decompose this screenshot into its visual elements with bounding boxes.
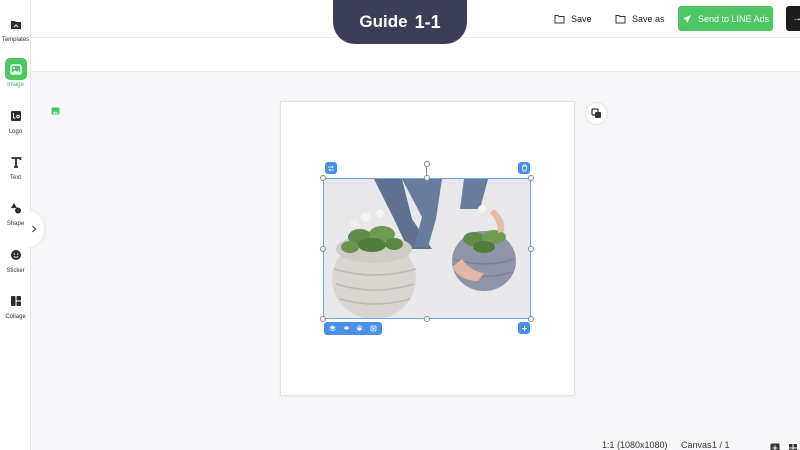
canvas-ratio: 1:1 (1080x1080) [602,440,668,450]
sidebar-item-label: Logo [8,129,23,135]
logo-icon [5,105,27,127]
send-backward-button[interactable] [354,323,366,334]
image-icon [4,58,27,80]
resize-handle-right[interactable] [528,246,534,252]
page-count: 1 / 1 [712,440,730,450]
sidebar-item-logo[interactable]: Logo [0,105,31,135]
resize-handle-bottom-right[interactable] [528,316,534,322]
resize-handle-bottom[interactable] [423,316,430,322]
grid-view-button[interactable] [788,440,798,450]
templates-icon [5,13,27,35]
arrow-right-icon[interactable]: → [786,6,800,31]
folder-icon [615,15,626,24]
sidebar-item-templates[interactable]: Templates [0,13,31,43]
selected-image[interactable] [323,178,531,319]
guide-number: 1-1 [414,11,441,32]
add-button[interactable] [518,322,530,334]
plus-icon [521,325,527,331]
bring-to-front-button[interactable] [327,323,339,334]
guide-word: Guide [359,12,408,31]
resize-handle-top-left[interactable] [320,175,326,181]
sidebar-toggle[interactable] [24,210,44,248]
layer-front-icon [329,325,336,332]
resize-handle-top[interactable] [423,175,430,181]
folder-icon [554,15,565,24]
save-as-button[interactable]: Save as [615,8,665,30]
send-icon [682,14,691,23]
sidebar-item-image[interactable]: Image [0,58,31,88]
sidebar-item-label: Collage [5,314,26,320]
bring-forward-button[interactable] [340,323,352,334]
canvas-label: Canvas [681,440,712,450]
sidebar-item-label: Shape [6,221,25,227]
plants-photo [324,179,530,318]
duplicate-button[interactable] [585,102,608,125]
sidebar-item-label: Text [9,175,21,181]
sidebar-item-collage[interactable]: Collage [0,290,31,320]
add-page-icon [770,443,780,450]
collage-icon [5,290,27,312]
grid-icon [789,444,797,450]
save-as-label: Save as [632,14,665,24]
send-label: Send to LINE Ads [697,13,770,24]
resize-handle-bottom-left[interactable] [320,316,326,322]
guide-badge: Guide 1-1 [333,0,467,44]
layer-back-icon [370,325,377,332]
layer-backward-icon [356,325,363,331]
sidebar-item-sticker[interactable]: Sticker [0,244,31,274]
sidebar-item-label: Sticker [6,268,25,274]
rotate-handle[interactable] [423,161,430,167]
text-icon [5,151,27,173]
chevron-right-icon [32,225,37,233]
add-page-button[interactable] [770,440,780,450]
swap-icon [328,165,334,171]
trash-icon [521,164,527,172]
image-layer-icon [51,102,60,120]
sidebar-item-label: Image [7,82,24,88]
send-to-back-button[interactable] [367,323,379,334]
delete-image-button[interactable] [518,162,530,174]
send-to-line-ads-button[interactable]: Send to LINE Ads [678,6,773,31]
layer-forward-icon [343,326,350,330]
resize-handle-left[interactable] [320,246,326,252]
sidebar-item-text[interactable]: Text [0,151,31,181]
save-label: Save [571,14,592,24]
swap-image-button[interactable] [325,162,337,174]
save-button[interactable]: Save [554,8,592,30]
copy-icon [591,108,601,118]
resize-handle-top-right[interactable] [528,175,534,181]
layer-tools-group [324,322,382,335]
sidebar-item-label: Templates [1,37,30,43]
